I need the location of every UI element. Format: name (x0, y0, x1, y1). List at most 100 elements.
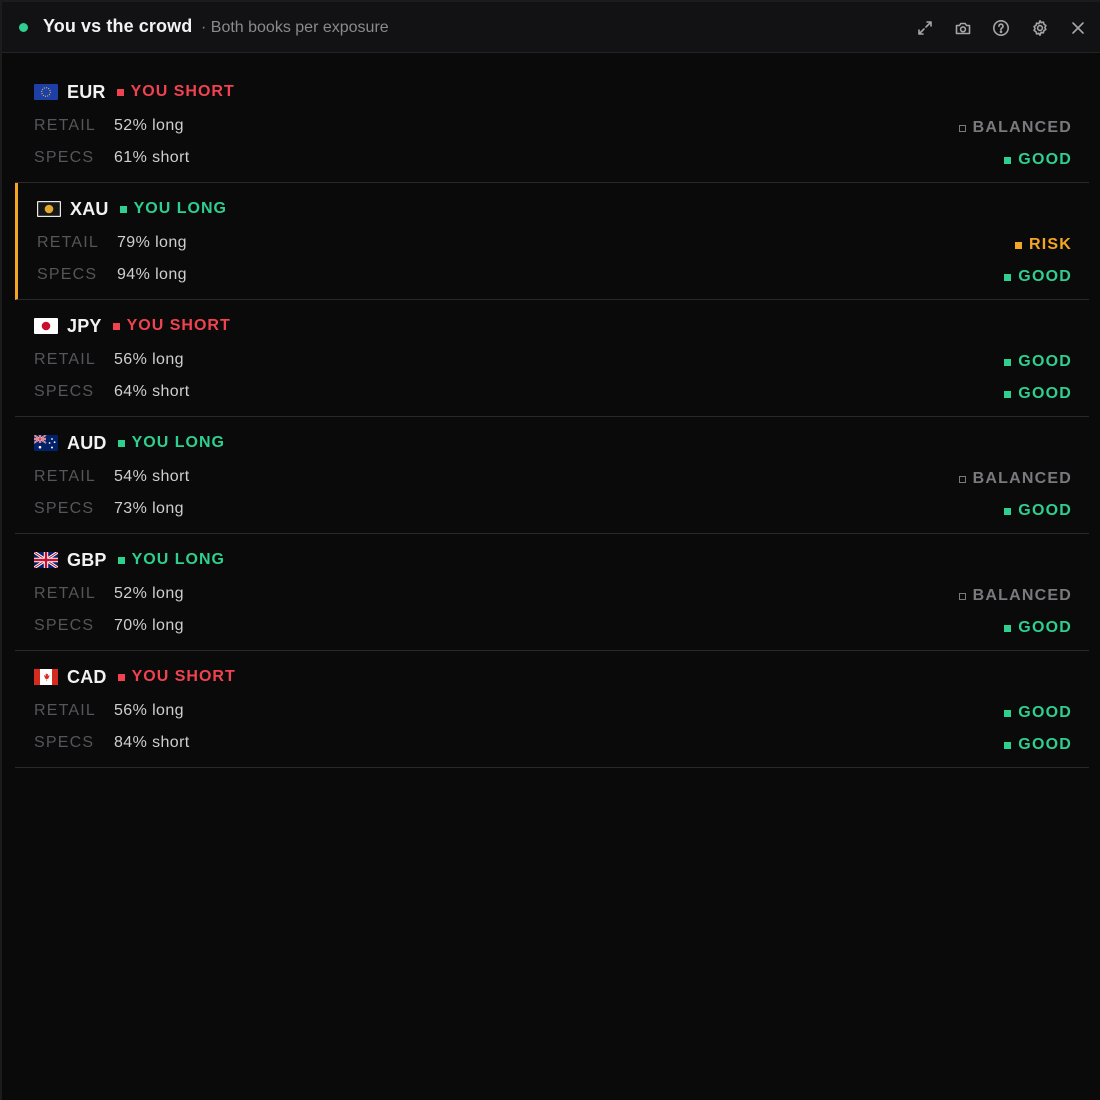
currency-code: AUD (67, 432, 107, 453)
panel-header: You vs the crowd · Both books per exposu… (2, 2, 1100, 53)
position-badge: YOU SHORT (117, 668, 236, 686)
retail-label: RETAIL (34, 351, 97, 368)
gear-icon[interactable] (1029, 17, 1051, 39)
position-label: YOU SHORT (126, 317, 231, 334)
status-square-icon (1004, 709, 1012, 717)
currency-code: JPY (67, 315, 102, 336)
retail-metric: RETAIL 52% long (34, 583, 184, 605)
row-header: AUD YOU LONG (34, 432, 225, 454)
status-square-icon (958, 475, 966, 483)
exposure-row-cad[interactable]: CAD YOU SHORT RETAIL 56% long SPECS 84% … (15, 651, 1089, 768)
specs-metric: SPECS 94% long (37, 264, 187, 286)
position-badge: YOU LONG (117, 434, 225, 452)
crowd-panel: You vs the crowd · Both books per exposu… (0, 0, 1100, 1100)
position-square-icon (117, 673, 125, 681)
panel-title: You vs the crowd (43, 16, 193, 36)
currency-code: EUR (67, 81, 106, 102)
position-square-icon (117, 439, 125, 447)
status-square-icon (1004, 358, 1012, 366)
retail-value: 52% long (114, 585, 184, 602)
retail-value: 52% long (114, 117, 184, 134)
specs-value: 84% short (114, 734, 190, 751)
retail-value: 56% long (114, 351, 184, 368)
retail-metric: RETAIL 54% short (34, 466, 190, 488)
specs-label: SPECS (34, 500, 95, 517)
panel-subtitle: · Both books per exposure (201, 19, 389, 36)
position-label: YOU LONG (131, 434, 225, 451)
retail-status-label: BALANCED (972, 470, 1072, 487)
specs-value: 70% long (114, 617, 184, 634)
status-square-icon (1004, 390, 1012, 398)
specs-label: SPECS (34, 617, 95, 634)
status-square-icon (1004, 273, 1012, 281)
position-label: YOU SHORT (131, 668, 236, 685)
specs-label: SPECS (37, 266, 98, 283)
retail-label: RETAIL (37, 234, 100, 251)
jp-flag-icon (34, 318, 58, 334)
position-label: YOU SHORT (130, 83, 235, 100)
exposure-row-gbp[interactable]: GBP YOU LONG RETAIL 52% long SPECS 70% l… (15, 534, 1089, 651)
specs-status-badge: GOOD (1004, 266, 1072, 288)
specs-label: SPECS (34, 734, 95, 751)
expand-icon[interactable] (914, 17, 936, 39)
specs-value: 94% long (117, 266, 187, 283)
position-label: YOU LONG (133, 200, 227, 217)
status-square-icon (1004, 507, 1012, 515)
retail-status-badge: BALANCED (958, 468, 1072, 490)
retail-status-badge: GOOD (1004, 702, 1072, 724)
help-icon[interactable] (990, 17, 1012, 39)
row-header: GBP YOU LONG (34, 549, 225, 571)
au-flag-icon (34, 435, 58, 451)
live-status-dot (19, 23, 28, 32)
retail-metric: RETAIL 56% long (34, 349, 184, 371)
specs-status-badge: GOOD (1004, 734, 1072, 756)
row-header: CAD YOU SHORT (34, 666, 236, 688)
retail-metric: RETAIL 56% long (34, 700, 184, 722)
close-icon[interactable] (1067, 17, 1089, 39)
specs-status-label: GOOD (1018, 619, 1072, 636)
specs-value: 61% short (114, 149, 190, 166)
specs-status-badge: GOOD (1004, 617, 1072, 639)
specs-status-label: GOOD (1018, 268, 1072, 285)
retail-label: RETAIL (34, 117, 97, 134)
gb-flag-icon (34, 552, 58, 568)
retail-metric: RETAIL 52% long (34, 115, 184, 137)
camera-icon[interactable] (952, 17, 974, 39)
exposure-row-eur[interactable]: EUR YOU SHORT RETAIL 52% long SPECS 61% … (15, 66, 1089, 183)
retail-label: RETAIL (34, 468, 97, 485)
retail-status-label: RISK (1028, 236, 1072, 253)
retail-status-label: GOOD (1018, 353, 1072, 370)
position-square-icon (117, 556, 125, 564)
exposure-list: EUR YOU SHORT RETAIL 52% long SPECS 61% … (15, 66, 1089, 768)
currency-code: XAU (70, 198, 109, 219)
specs-metric: SPECS 61% short (34, 147, 190, 169)
eu-flag-icon (34, 84, 58, 100)
status-square-icon (958, 592, 966, 600)
specs-value: 64% short (114, 383, 190, 400)
retail-label: RETAIL (34, 585, 97, 602)
exposure-row-aud[interactable]: AUD YOU LONG RETAIL 54% short SPECS 73% … (15, 417, 1089, 534)
status-square-icon (1004, 741, 1012, 749)
retail-status-badge: BALANCED (958, 117, 1072, 139)
retail-value: 79% long (117, 234, 187, 251)
exposure-row-jpy[interactable]: JPY YOU SHORT RETAIL 56% long SPECS 64% … (15, 300, 1089, 417)
currency-code: GBP (67, 549, 107, 570)
specs-status-badge: GOOD (1004, 500, 1072, 522)
position-square-icon (119, 205, 127, 213)
status-square-icon (1004, 624, 1012, 632)
exposure-row-xau[interactable]: XAU YOU LONG RETAIL 79% long SPECS 94% l… (15, 183, 1089, 300)
row-header: EUR YOU SHORT (34, 81, 235, 103)
gold-icon (37, 201, 61, 217)
specs-status-label: GOOD (1018, 502, 1072, 519)
retail-label: RETAIL (34, 702, 97, 719)
retail-status-label: BALANCED (972, 119, 1072, 136)
ca-flag-icon (34, 669, 58, 685)
specs-status-badge: GOOD (1004, 383, 1072, 405)
specs-metric: SPECS 70% long (34, 615, 184, 637)
position-badge: YOU SHORT (116, 83, 235, 101)
status-square-icon (958, 124, 966, 132)
specs-status-label: GOOD (1018, 736, 1072, 753)
position-badge: YOU LONG (119, 200, 227, 218)
position-label: YOU LONG (131, 551, 225, 568)
currency-code: CAD (67, 666, 107, 687)
